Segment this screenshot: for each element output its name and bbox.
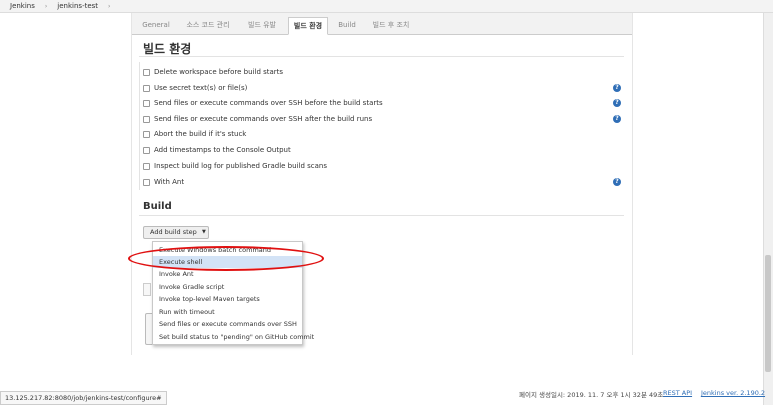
build-title: Build <box>143 201 172 212</box>
caret-down-icon: ▼ <box>202 229 206 235</box>
build-environment-title: 빌드 환경 <box>143 42 192 56</box>
status-bar-url: 13.125.217.82:8080/job/jenkins-test/conf… <box>0 391 167 405</box>
tab-general[interactable]: General <box>138 17 174 35</box>
help-icon[interactable]: ? <box>613 84 621 92</box>
config-tab-bar: General 소스 코드 관리 빌드 유발 빌드 환경 Build 빌드 후 … <box>132 13 632 35</box>
option-label: With Ant <box>154 178 185 186</box>
checkbox[interactable] <box>143 68 150 76</box>
checkbox[interactable] <box>143 178 150 186</box>
menu-item-gradle[interactable]: Invoke Gradle script <box>153 281 302 293</box>
option-secret-text[interactable]: Use secret text(s) or file(s) <box>143 82 247 94</box>
section-divider <box>139 215 624 216</box>
checkbox[interactable] <box>143 99 150 107</box>
option-timestamps[interactable]: Add timestamps to the Console Output <box>143 144 291 156</box>
checkbox[interactable] <box>143 115 150 123</box>
option-label: Inspect build log for published Gradle b… <box>154 162 327 170</box>
checkbox[interactable] <box>143 130 150 138</box>
chevron-right-icon[interactable]: › <box>45 3 47 10</box>
option-delete-workspace[interactable]: Delete workspace before build starts <box>143 66 283 78</box>
checkbox[interactable] <box>143 146 150 154</box>
breadcrumb-job[interactable]: jenkins-test <box>57 2 98 10</box>
option-label: Abort the build if it's stuck <box>154 130 247 138</box>
menu-item-github-status[interactable]: Set build status to "pending" on GitHub … <box>153 331 314 343</box>
option-label: Send files or execute commands over SSH … <box>154 115 373 123</box>
tab-source-code[interactable]: 소스 코드 관리 <box>180 17 236 35</box>
build-step-dropdown: Execute Windows batch command Execute sh… <box>152 241 314 345</box>
tab-post-build[interactable]: 빌드 후 조치 <box>366 17 416 35</box>
options-divider <box>139 62 140 190</box>
add-build-step-button[interactable]: Add build step ▼ <box>143 226 209 239</box>
hidden-button <box>143 283 151 296</box>
rest-api-link[interactable]: REST API <box>663 389 692 397</box>
checkbox[interactable] <box>143 162 150 170</box>
help-icon[interactable]: ? <box>613 99 621 107</box>
section-divider <box>139 56 624 57</box>
menu-item-execute-shell[interactable]: Execute shell <box>153 256 302 268</box>
jenkins-version-link[interactable]: Jenkins ver. 2.190.2 <box>701 389 765 397</box>
option-label: Add timestamps to the Console Output <box>154 146 291 154</box>
option-gradle-scans[interactable]: Inspect build log for published Gradle b… <box>143 160 327 172</box>
menu-item-maven[interactable]: Invoke top-level Maven targets <box>153 293 302 305</box>
help-icon[interactable]: ? <box>613 115 621 123</box>
option-with-ant[interactable]: With Ant <box>143 176 184 188</box>
option-ssh-before[interactable]: Send files or execute commands over SSH … <box>143 97 383 109</box>
chevron-right-icon[interactable]: › <box>108 3 110 10</box>
checkbox[interactable] <box>143 84 150 92</box>
breadcrumb-jenkins[interactable]: Jenkins <box>10 2 35 10</box>
menu-item-ssh[interactable]: Send files or execute commands over SSH <box>153 318 302 330</box>
option-ssh-after[interactable]: Send files or execute commands over SSH … <box>143 113 372 125</box>
button-label: Add build step <box>150 228 197 236</box>
scrollbar-thumb[interactable] <box>765 255 771 372</box>
help-icon[interactable]: ? <box>613 178 621 186</box>
breadcrumb: Jenkins › jenkins-test › <box>0 0 773 13</box>
tab-build[interactable]: Build <box>334 17 360 35</box>
page-generated-time: 페이지 생성일시: 2019. 11. 7 오후 1시 32분 49초 <box>519 391 664 399</box>
option-label: Delete workspace before build starts <box>154 68 284 76</box>
menu-item-windows-batch[interactable]: Execute Windows batch command <box>153 244 302 256</box>
option-label: Use secret text(s) or file(s) <box>154 84 248 92</box>
option-abort-stuck[interactable]: Abort the build if it's stuck <box>143 128 246 140</box>
tab-build-triggers[interactable]: 빌드 유발 <box>242 17 282 35</box>
menu-item-timeout[interactable]: Run with timeout <box>153 306 302 318</box>
tab-build-environment[interactable]: 빌드 환경 <box>288 17 328 35</box>
option-label: Send files or execute commands over SSH … <box>154 99 383 107</box>
menu-item-invoke-ant[interactable]: Invoke Ant <box>153 268 302 280</box>
